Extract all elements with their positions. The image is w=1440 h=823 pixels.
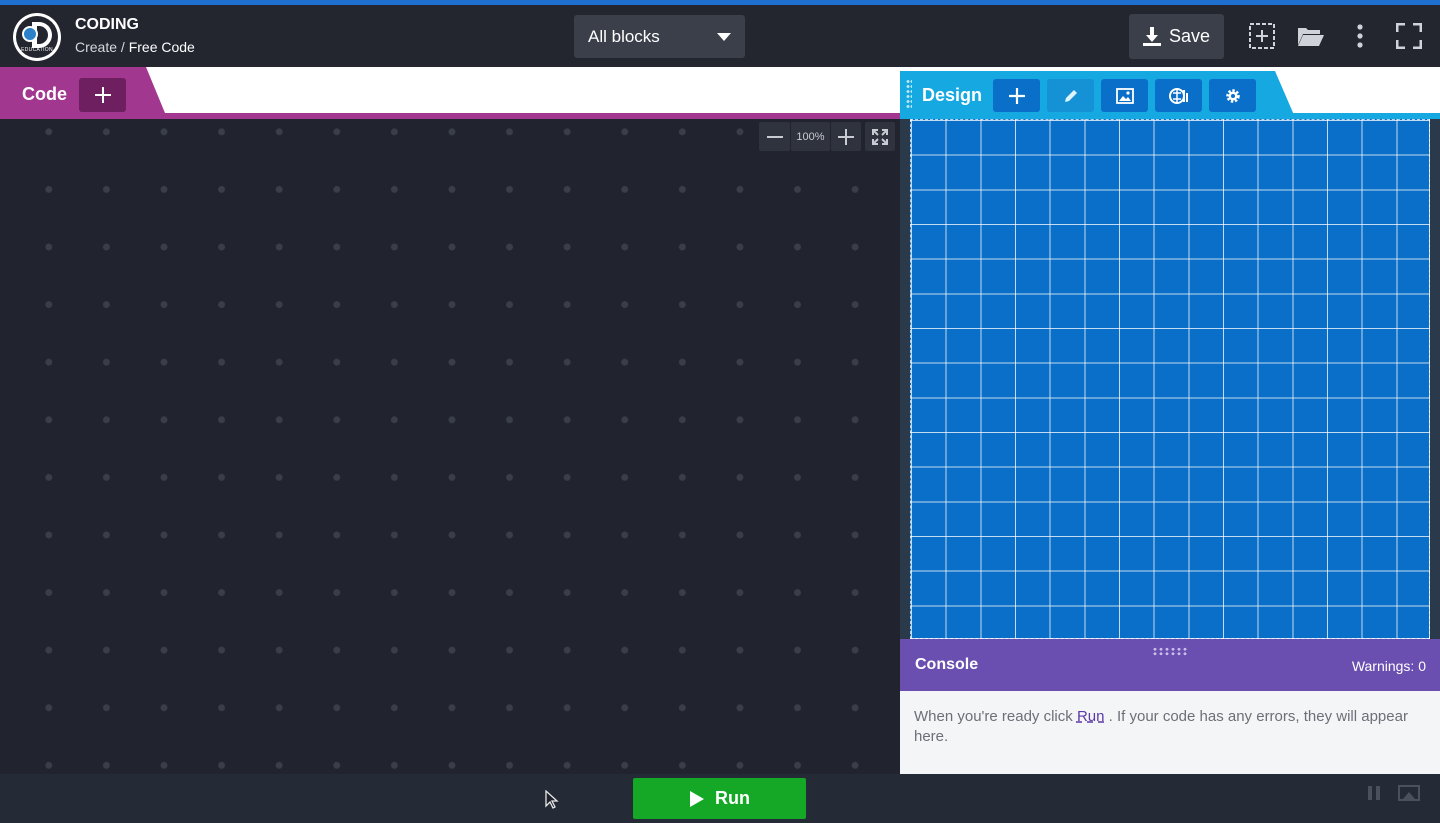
design-tab-bar: Design xyxy=(900,67,1440,119)
add-sprite-button[interactable] xyxy=(993,79,1040,112)
stage-view-icon xyxy=(1398,785,1420,801)
add-code-button[interactable] xyxy=(79,78,126,112)
more-options-button[interactable] xyxy=(1344,19,1376,53)
save-label: Save xyxy=(1168,26,1211,46)
code-tab-bar: Code xyxy=(0,67,900,119)
gear-icon xyxy=(1225,88,1240,103)
draw-button[interactable] xyxy=(1047,79,1094,112)
code-workspace[interactable] xyxy=(0,119,900,774)
pencil-icon xyxy=(1064,89,1077,102)
plus-icon xyxy=(94,87,111,103)
console-header[interactable]: Console Warnings: 0 xyxy=(900,639,1440,691)
zoom-fit-button[interactable] xyxy=(865,122,895,151)
plus-icon xyxy=(1008,87,1025,104)
stage-view-button[interactable] xyxy=(1398,784,1420,802)
discovery-education-logo[interactable]: EDUCATION xyxy=(13,13,61,61)
open-project-button[interactable] xyxy=(1295,19,1327,53)
breadcrumb-current: Free Code xyxy=(128,39,195,55)
zoom-in-button[interactable] xyxy=(831,122,861,151)
more-vertical-icon xyxy=(1357,24,1363,48)
warnings-count: Warnings: 0 xyxy=(1351,658,1426,674)
add-image-button[interactable] xyxy=(1101,79,1148,112)
breadcrumb-parent[interactable]: Create / xyxy=(75,39,125,55)
stage-container xyxy=(900,119,1440,639)
stage-settings-button[interactable] xyxy=(1209,79,1256,112)
expand-icon xyxy=(872,128,888,145)
console-title: Console xyxy=(915,656,979,673)
console-output: When you're ready click Run . If your co… xyxy=(900,691,1440,774)
sprite-library-button[interactable] xyxy=(1155,79,1202,112)
plus-icon xyxy=(838,128,854,145)
minus-icon xyxy=(766,135,783,138)
sprite-icon xyxy=(1168,87,1188,104)
run-label: Run xyxy=(715,788,750,808)
code-tab-label: Code xyxy=(22,84,67,104)
folder-open-icon xyxy=(1298,28,1324,46)
console-message-start: When you're ready click xyxy=(914,708,1073,725)
app-header: EDUCATION CODING Create / Free Code All … xyxy=(0,5,1440,67)
design-stage-grid[interactable] xyxy=(910,119,1430,639)
breadcrumb: Create / Free Code xyxy=(75,39,195,55)
fullscreen-icon xyxy=(1396,23,1422,49)
new-project-button[interactable] xyxy=(1246,19,1278,53)
download-icon xyxy=(1142,26,1161,46)
chevron-down-icon xyxy=(717,33,731,41)
save-button[interactable]: Save xyxy=(1129,14,1224,59)
bottom-toolbar: Run xyxy=(0,774,1440,823)
block-filter-value: All blocks xyxy=(588,27,660,46)
block-filter-dropdown[interactable]: All blocks xyxy=(574,15,745,58)
drag-handle[interactable] xyxy=(906,79,912,109)
pause-button[interactable] xyxy=(1363,784,1385,802)
run-button[interactable]: Run xyxy=(633,778,806,819)
console-run-link[interactable]: Run xyxy=(1077,708,1105,725)
app-title: CODING xyxy=(75,16,139,33)
zoom-level: 100% xyxy=(791,122,830,151)
console-resize-handle[interactable] xyxy=(1152,647,1188,656)
image-icon xyxy=(1115,87,1134,104)
zoom-out-button[interactable] xyxy=(759,122,790,151)
mouse-cursor-icon xyxy=(545,790,559,809)
design-tab-label: Design xyxy=(922,85,983,105)
pause-icon xyxy=(1368,786,1380,800)
play-icon xyxy=(690,790,704,807)
add-file-icon xyxy=(1249,23,1275,49)
fullscreen-button[interactable] xyxy=(1393,19,1425,53)
